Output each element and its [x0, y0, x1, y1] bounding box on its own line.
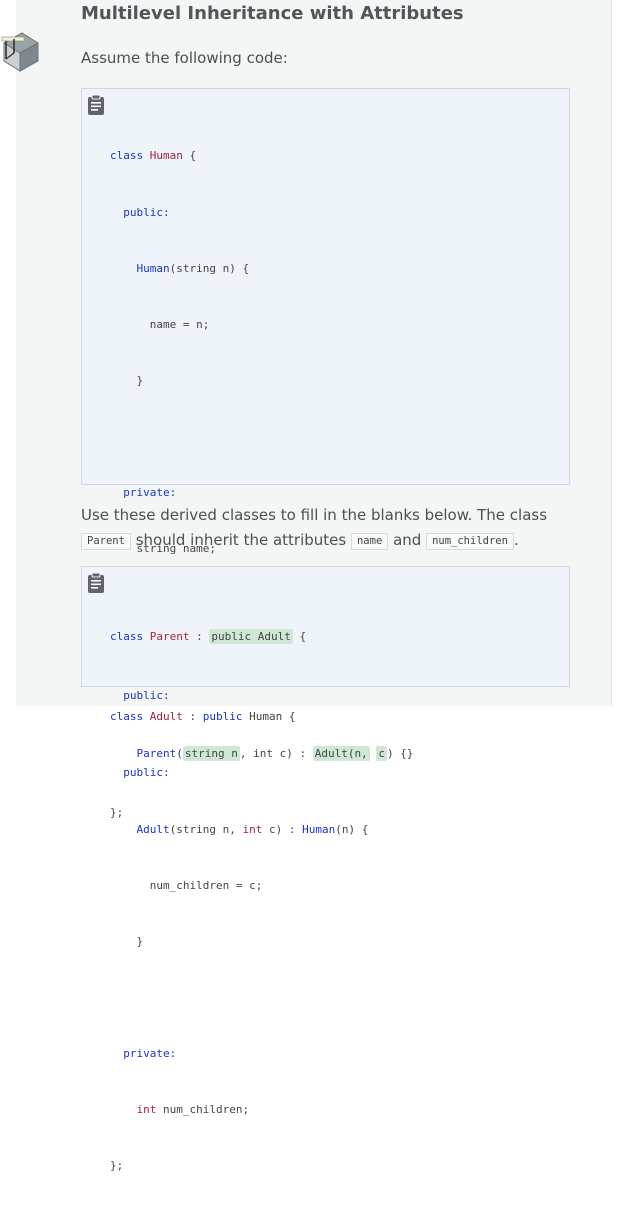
code-token: public: — [123, 688, 170, 702]
code-chip-parent: Parent — [81, 533, 131, 550]
code-line: }; — [110, 1159, 124, 1173]
code-token: ) {} — [386, 747, 414, 760]
instructions-part: should inherit the attributes — [135, 531, 347, 549]
code-line: }; — [110, 803, 413, 823]
code-line: public: — [110, 686, 413, 706]
code-token: }; — [110, 805, 124, 819]
intro-text: Assume the following code: — [81, 49, 288, 67]
instructions-text: Use these derived classes to fill in the… — [81, 503, 551, 553]
instructions-part: . — [513, 531, 519, 549]
blank-c[interactable]: c — [376, 746, 387, 761]
code-listing: class Parent : public Adult { public: Pa… — [110, 588, 413, 861]
code-line: } — [110, 373, 144, 387]
code-line: public: — [123, 205, 170, 219]
code-chip-name: name — [350, 533, 389, 550]
codio-logo-icon — [1, 32, 39, 72]
code-line: num_children = c; — [110, 878, 263, 892]
code-line: name = n; — [110, 317, 210, 331]
clipboard-icon[interactable] — [87, 572, 105, 594]
code-token: { — [299, 630, 307, 643]
code-line: Parent(string n, int c) : Adult(n, c) {} — [110, 744, 413, 764]
code-chip-num-children: num_children — [426, 533, 514, 550]
code-line: } — [110, 934, 144, 948]
instructions-part: Use these derived classes to fill in the… — [81, 506, 548, 524]
instructions-part: and — [393, 531, 422, 549]
page-title: Multilevel Inheritance with Attributes — [81, 3, 464, 24]
code-line: class Parent : public Adult { — [110, 627, 413, 647]
code-line: int num_children; — [136, 1103, 250, 1116]
code-line: private: — [123, 1046, 177, 1060]
code-block-human-adult: class Human { public: Human(string n) { … — [81, 88, 570, 1172]
code-line: private: — [123, 485, 177, 499]
blank-string-n[interactable]: string n — [182, 746, 240, 761]
blank-public-adult[interactable]: public Adult — [209, 629, 293, 644]
code-line: class Human { — [110, 149, 197, 163]
clipboard-icon[interactable] — [87, 94, 105, 116]
code-line: Human(string n) { — [136, 261, 250, 275]
code-token: Parent — [149, 630, 190, 643]
blank-adult-n[interactable]: Adult(n, — [312, 746, 370, 761]
code-token: , int c) : — [239, 747, 307, 760]
code-token: Parent( — [136, 747, 183, 760]
code-token: class — [110, 630, 144, 643]
code-token: : — [196, 630, 203, 643]
code-block-parent: class Parent : public Adult { public: Pa… — [81, 566, 570, 819]
